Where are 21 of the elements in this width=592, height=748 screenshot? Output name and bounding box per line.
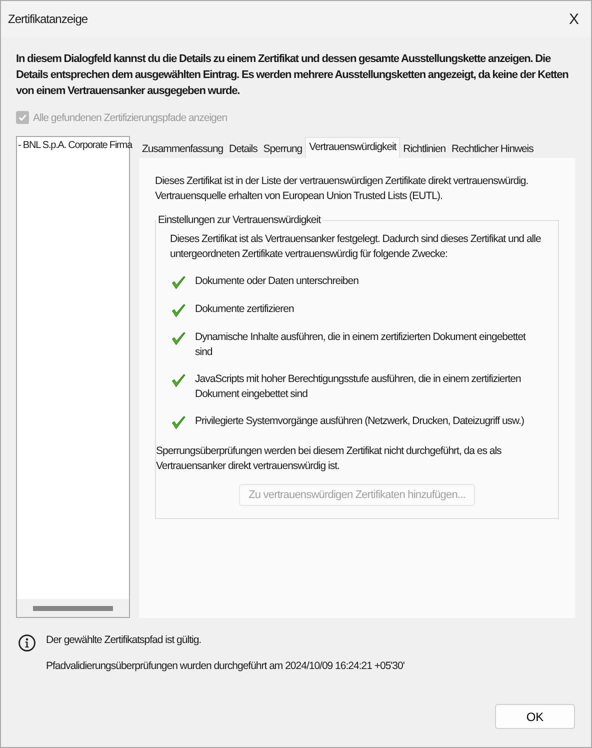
ok-button[interactable]: OK bbox=[495, 704, 575, 729]
trust-summary: Dieses Zertifikat ist in der Liste der vertrauenswürdigen Zertifikate direkt vertrauenswürdig. Vertrauensquelle erhalten von European Union Trusted Lists (EUTL). bbox=[155, 174, 530, 204]
close-button[interactable]: X bbox=[562, 8, 585, 30]
purpose-text: JavaScripts mit hoher Berechtigungsstufe ausführen, die in einem zertifizierten Dokument eingebettet sind bbox=[195, 372, 522, 402]
intro-text: In diesem Dialogfeld kannst du die Details zu einem Zertifikat und dessen gesamte Ausstellungskette anzeigen. Die Details entsprechen dem ausgewählten Eintrag. Es werden mehrere Ausstellungsketten angezeigt, da keine der Ketten von einem Vertrauensanker ausgegeben wurde. bbox=[16, 52, 570, 99]
scrollbar-thumb[interactable] bbox=[33, 606, 113, 610]
purpose-text: Dokumente zertifizieren bbox=[195, 302, 294, 317]
info-icon bbox=[18, 634, 36, 652]
purpose-text: Dokumente oder Daten unterschreiben bbox=[195, 274, 358, 289]
trust-anchor-text: Dieses Zertifikat ist als Vertrauensanker festgelegt. Dadurch sind dieses Zertifikat und alle untergeordneten Zertifikate vertrauenswürdig für folgende Zwecke: bbox=[170, 232, 542, 262]
group-title: Einstellungen zur Vertrauenswürdigkeit bbox=[157, 214, 322, 226]
window-title: Zertifikatanzeige bbox=[8, 12, 88, 26]
check-icon bbox=[18, 113, 27, 122]
purpose-text: Dynamische Inhalte ausführen, die in einem zertifizierten Dokument eingebettet sind bbox=[195, 330, 527, 360]
chain-item[interactable]: - BNL S.p.A. Corporate Firma bbox=[18, 139, 132, 152]
revocation-note: Sperrungsüberprüfungen werden bei diesem Zertifikat nicht durchgeführt, da es als Vertrauensanker direkt vertrauenswürdig ist. bbox=[156, 444, 502, 474]
show-paths-label: Alle gefundenen Zertifizierungspfade anzeigen bbox=[33, 112, 228, 124]
validation-text: Pfadvalidierungsüberprüfungen wurden durchgeführt am 2024/10/09 16:24:21 +05'30' bbox=[46, 660, 404, 672]
status-text: Der gewählte Zertifikatspfad ist gültig. bbox=[46, 634, 202, 646]
tab[interactable]: Vertrauenswürdigkeit bbox=[305, 137, 400, 158]
purpose-text: Privilegierte Systemvorgänge ausführen (Netzwerk, Drucken, Dateizugriff usw.) bbox=[195, 414, 524, 429]
